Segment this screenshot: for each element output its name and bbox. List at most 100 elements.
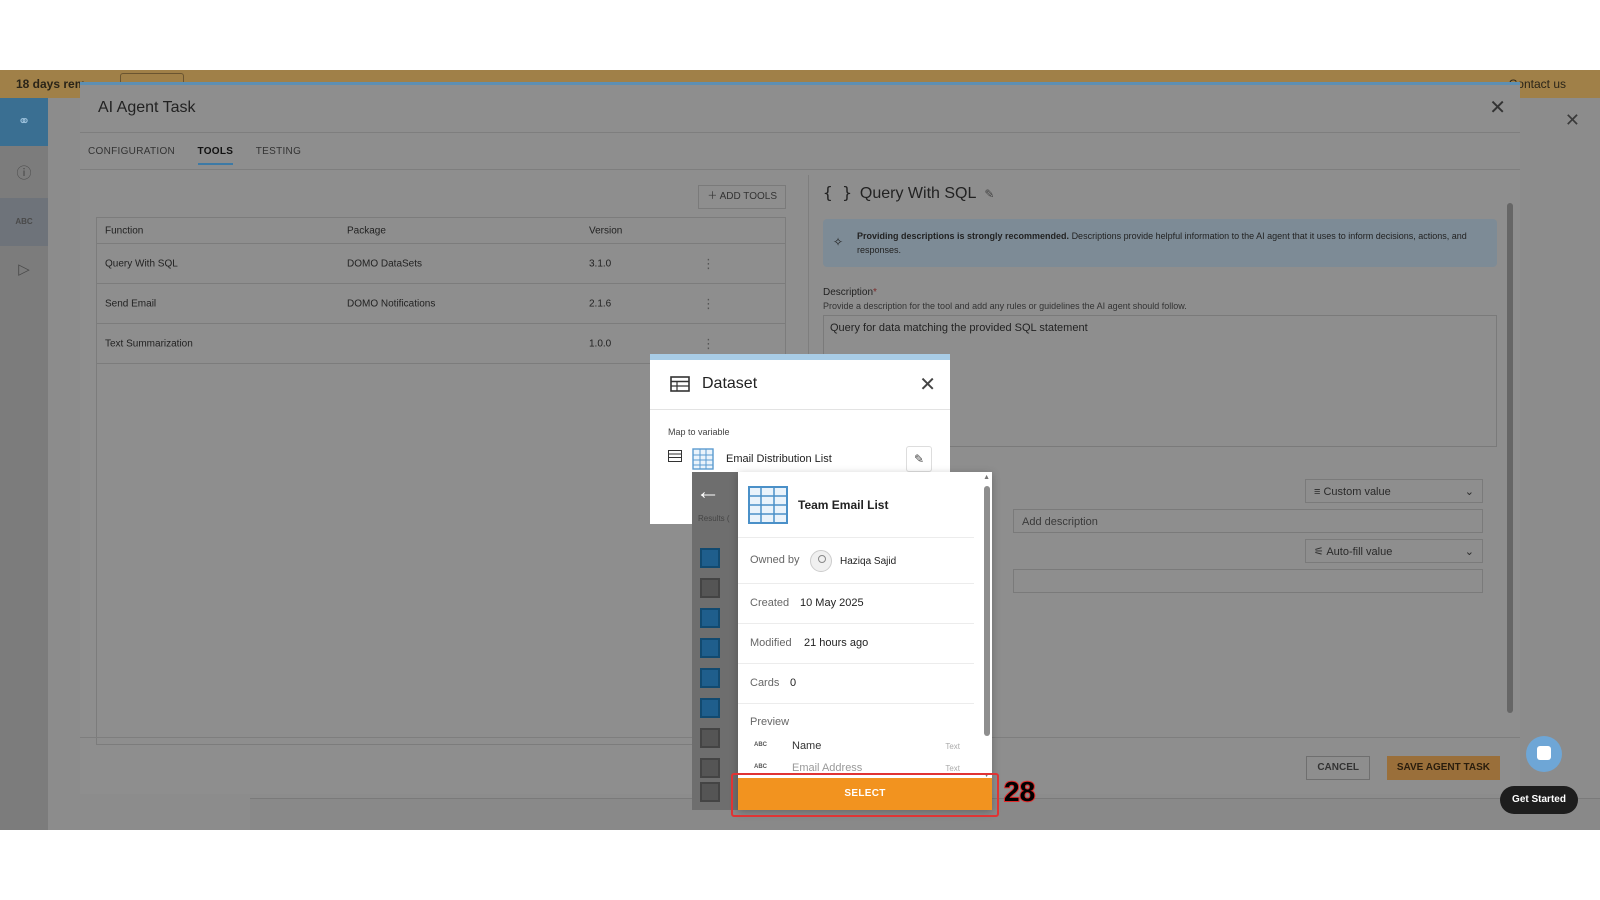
get-started-button[interactable]: Get Started [1500, 786, 1578, 814]
dataset-card-header: Team Email List [738, 472, 974, 538]
info-icon[interactable]: ⓘ [0, 150, 48, 198]
card-icon[interactable] [700, 698, 720, 718]
dataset-dialog-header: Dataset ✕ [650, 360, 950, 410]
modal-scrollbar[interactable] [1507, 203, 1513, 713]
save-agent-task-button[interactable]: SAVE AGENT TASK [1386, 756, 1500, 780]
dataset-dialog-title: Dataset [702, 375, 758, 392]
modified-label: Modified [750, 637, 792, 649]
description-label-text: Description [823, 287, 874, 298]
modal-header: AI Agent Task ✕ [80, 85, 1520, 133]
tab-testing[interactable]: TESTING [256, 146, 301, 163]
step-highlight-box [731, 773, 999, 817]
cloud-icon[interactable] [700, 758, 720, 778]
value-input[interactable] [1013, 569, 1483, 593]
cancel-button[interactable]: CANCEL [1306, 756, 1370, 780]
modal-tabs: CONFIGURATION TOOLS TESTING [88, 141, 319, 167]
required-asterisk: * [873, 287, 877, 298]
chart-icon[interactable] [700, 578, 720, 598]
chevron-down-icon: ⌄ [1464, 546, 1474, 558]
close-icon[interactable]: ✕ [919, 372, 936, 397]
row-version: 3.1.0 [589, 258, 612, 269]
edit-pencil-icon[interactable]: ✎ [906, 446, 932, 472]
created-row: Created 10 May 2025 [738, 584, 974, 624]
owned-by-label: Owned by [750, 554, 800, 566]
variables-abc-icon[interactable]: ABC [0, 198, 48, 246]
description-help: Provide a description for the tool and a… [823, 301, 1187, 311]
row-function: Query With SQL [105, 258, 178, 269]
sparkle-icon: ✧ [833, 235, 844, 249]
app-stage: 18 days rem Contact us ⚭ ⓘ ABC ▷ ✕ AI Ag… [0, 70, 1600, 830]
cards-value: 0 [790, 677, 797, 689]
owned-by-row: Owned by Haziqa Sajid [738, 538, 974, 584]
autofill-label: Auto-fill value [1326, 546, 1393, 558]
results-label: Results ( [698, 514, 730, 523]
braces-icon: { } [823, 183, 852, 202]
row-package: DOMO DataSets [347, 258, 423, 269]
created-value: 10 May 2025 [800, 597, 864, 609]
info-banner: ✧ Providing descriptions is strongly rec… [823, 219, 1497, 267]
header-version: Version [589, 225, 623, 236]
chat-widget-button[interactable] [1526, 736, 1562, 772]
card-scrollbar[interactable] [984, 486, 990, 736]
header-function: Function [105, 225, 144, 236]
left-rail: ⚭ ⓘ ABC ▷ [0, 98, 48, 830]
chat-icon [1537, 746, 1551, 760]
preview-label: Preview [750, 716, 790, 728]
flow-icon[interactable]: ⚭ [0, 98, 48, 146]
avatar [810, 550, 832, 572]
autofill-select[interactable]: ⚟ Auto-fill value ⌄ [1305, 539, 1483, 563]
plus-icon: ＋ [707, 191, 720, 202]
row-package: DOMO Notifications [347, 298, 436, 309]
pencil-icon[interactable]: ✎ [984, 187, 994, 201]
add-description-input[interactable]: Add description [1013, 509, 1483, 533]
text-type-icon: ABC [754, 764, 767, 770]
text-type-icon: ABC [754, 742, 767, 748]
tab-configuration[interactable]: CONFIGURATION [88, 146, 175, 163]
wand-icon: ⚟ [1314, 546, 1327, 558]
results-list: ← Results ( [692, 472, 738, 810]
dataset-icon[interactable] [700, 782, 720, 802]
add-tools-button[interactable]: ＋ ADD TOOLS [698, 185, 786, 209]
column-type: Text [945, 742, 960, 751]
dataset-name: Team Email List [798, 498, 889, 512]
table-row[interactable]: Query With SQL DOMO DataSets 3.1.0 ⋮ [97, 244, 785, 284]
background-close-icon[interactable]: ✕ [1565, 110, 1580, 131]
row-version: 1.0.0 [589, 338, 612, 349]
table-header: Function Package Version [97, 218, 785, 244]
kebab-menu-icon[interactable]: ⋮ [702, 336, 715, 352]
close-icon[interactable]: ✕ [1489, 95, 1506, 120]
row-function: Send Email [105, 298, 157, 309]
variable-row: Email Distribution List ✎ [668, 446, 932, 472]
created-label: Created [750, 597, 790, 609]
dataset-icon[interactable] [700, 728, 720, 748]
table-row[interactable]: Send Email DOMO Notifications 2.1.6 ⋮ [97, 284, 785, 324]
card-icon[interactable] [700, 608, 720, 628]
card-icon[interactable] [700, 668, 720, 688]
tool-title-text: Query With SQL [859, 185, 977, 202]
add-tools-label: ADD TOOLS [719, 191, 777, 202]
tool-title: { } Query With SQL ✎ [823, 183, 994, 203]
scroll-up-icon[interactable]: ▲ [983, 474, 990, 481]
custom-value-label: Custom value [1323, 486, 1391, 498]
kebab-menu-icon[interactable]: ⋮ [702, 256, 715, 272]
tab-tools[interactable]: TOOLS [197, 146, 234, 165]
card-icon[interactable] [700, 638, 720, 658]
card-icon[interactable] [700, 548, 720, 568]
map-to-variable-label: Map to variable [668, 427, 730, 437]
custom-value-select[interactable]: ≡ Custom value ⌄ [1305, 479, 1483, 503]
dataset-icon [748, 486, 788, 524]
preview-column: ABC Name Text [738, 736, 974, 758]
step-number-badge: 28 [1003, 775, 1036, 808]
modified-value: 21 hours ago [804, 637, 869, 649]
header-package: Package [347, 225, 386, 236]
dataset-icon [692, 448, 714, 470]
modified-row: Modified 21 hours ago [738, 624, 974, 664]
back-arrow-icon[interactable]: ← [696, 478, 720, 506]
owner-name: Haziqa Sajid [840, 556, 897, 567]
dataset-detail-card: Team Email List Owned by Haziqa Sajid Cr… [738, 472, 992, 810]
kebab-menu-icon[interactable]: ⋮ [702, 296, 715, 312]
chevron-down-icon: ⌄ [1464, 486, 1474, 498]
row-function: Text Summarization [105, 338, 193, 349]
play-icon[interactable]: ▷ [0, 246, 48, 294]
table-icon [668, 450, 682, 462]
